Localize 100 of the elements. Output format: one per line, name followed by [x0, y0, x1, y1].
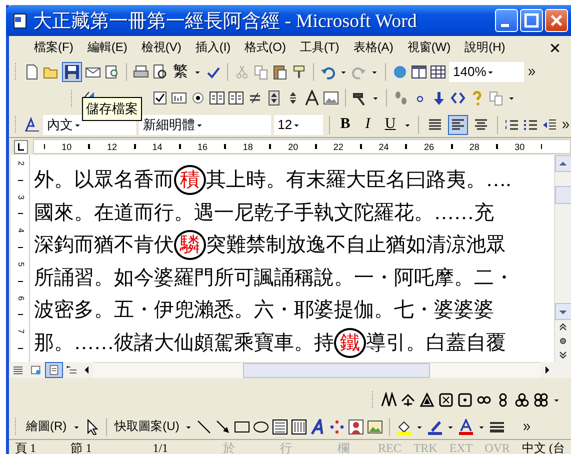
- circled-character: 驎: [174, 230, 206, 260]
- ruler-number: 12: [106, 142, 117, 152]
- font-color-icon[interactable]: [458, 418, 474, 434]
- position-label: 於: [222, 440, 236, 454]
- ruler-number: 7: [15, 330, 26, 334]
- menu-item[interactable]: 視窗(W): [400, 37, 458, 58]
- tab-stop-icon: [15, 140, 27, 152]
- minimize-icon: [500, 24, 508, 26]
- tooltip: 儲存檔案: [82, 97, 142, 121]
- oval-icon[interactable]: [253, 418, 270, 434]
- triple-peak-icon[interactable]: [381, 392, 397, 408]
- tab-selector[interactable]: [14, 140, 28, 154]
- table-icon[interactable]: [430, 64, 446, 80]
- down-arrow-icon[interactable]: [431, 90, 447, 106]
- sentence-text: 深鈎而猶不肯伏: [34, 233, 174, 258]
- outline-view-icon: [66, 364, 78, 376]
- close-icon[interactable]: [549, 42, 561, 54]
- zoom-combo[interactable]: 140%: [449, 62, 524, 82]
- ruler-number: 5: [15, 262, 26, 267]
- ruler-number: 2: [15, 161, 26, 166]
- scroll-thumb[interactable]: [554, 186, 571, 204]
- scroll-up-button[interactable]: [554, 155, 571, 172]
- scroll-down-button[interactable]: [554, 303, 571, 320]
- bold-button[interactable]: B: [335, 114, 355, 134]
- print-view-button[interactable]: [45, 362, 63, 378]
- normal-view-icon: [12, 364, 24, 376]
- convert-button[interactable]: 繁: [171, 62, 190, 81]
- ruler-number: 4: [15, 228, 26, 233]
- ruler-number: 14: [152, 142, 162, 152]
- menu-item[interactable]: 檔案(F): [27, 37, 80, 58]
- printer-icon[interactable]: [133, 64, 149, 80]
- pen-color-icon[interactable]: [427, 418, 444, 434]
- text-field-icon[interactable]: [171, 90, 187, 106]
- quatrefoil-icon[interactable]: [533, 392, 549, 408]
- text-box-icon[interactable]: [272, 418, 288, 434]
- ruler-number: 22: [333, 142, 344, 152]
- frame-icon[interactable]: [228, 90, 244, 106]
- page-count: 1/1: [152, 441, 170, 454]
- lines-icon[interactable]: [247, 90, 263, 106]
- clip-art-icon[interactable]: [348, 418, 364, 434]
- menu-item[interactable]: 表格(A): [346, 37, 400, 58]
- roof-icon[interactable]: [400, 392, 416, 408]
- left-align-button[interactable]: [448, 114, 468, 134]
- ruler-number: 10: [62, 142, 72, 152]
- new-document-icon[interactable]: [24, 64, 40, 80]
- scroll-thumb[interactable]: [243, 363, 430, 378]
- paintbrush-icon[interactable]: [291, 64, 307, 80]
- decrease-indent-icon[interactable]: [542, 116, 558, 132]
- line-icon[interactable]: [196, 418, 212, 434]
- print-view-icon: [48, 364, 60, 376]
- radio-button-icon[interactable]: [190, 90, 206, 106]
- rectangle-icon[interactable]: [234, 418, 250, 434]
- image-icon[interactable]: [367, 418, 384, 434]
- arrow-icon[interactable]: [215, 418, 232, 434]
- justify-align-icon: [427, 116, 443, 132]
- italic-button[interactable]: I: [358, 114, 378, 134]
- style-icon[interactable]: [24, 116, 40, 132]
- paint-bucket-icon[interactable]: [396, 418, 412, 434]
- menu-item[interactable]: 插入(I): [188, 37, 238, 58]
- checkbox-icon[interactable]: [152, 90, 168, 106]
- sentence-text: 那。……彼諸大仙頗駕乘寶車。持: [34, 330, 334, 356]
- triangle-icon[interactable]: [419, 392, 435, 408]
- letter-a-icon[interactable]: [304, 90, 320, 106]
- text-line: 國來。在道而行。遇一尼乾子手執文陀羅花。……充: [34, 200, 494, 226]
- menu-item[interactable]: 說明(H): [458, 37, 512, 58]
- draw-menu[interactable]: 繪圖(R): [24, 418, 69, 435]
- menu-item[interactable]: 檢視(V): [134, 37, 188, 58]
- ruler-number: 3: [15, 194, 26, 200]
- autoshapes-menu[interactable]: 快取圖案(U): [112, 418, 182, 435]
- box-glyph-icon[interactable]: [438, 392, 454, 408]
- minimize-button[interactable]: [495, 9, 518, 32]
- page-number: 頁 1: [14, 440, 37, 454]
- save-button[interactable]: [62, 62, 82, 82]
- sentence-text: 導引。白蓋自覆: [366, 330, 506, 356]
- picture-icon[interactable]: [323, 90, 339, 106]
- trefoil-icon[interactable]: [514, 392, 530, 408]
- clipboard-icon[interactable]: [272, 64, 288, 80]
- print-preview-icon[interactable]: [152, 64, 168, 80]
- section-number: 節 1: [70, 440, 93, 454]
- menu-item[interactable]: 工具(T): [292, 37, 346, 58]
- diagram-icon[interactable]: [329, 418, 346, 434]
- close-button[interactable]: [545, 9, 568, 32]
- ruler-number: 20: [288, 142, 298, 152]
- ruler-number: 18: [242, 142, 253, 152]
- ruler-number: 24: [378, 142, 389, 152]
- vertical-text-box-icon[interactable]: [291, 418, 308, 434]
- frame-icon[interactable]: [209, 90, 225, 106]
- center-align-icon: [473, 116, 489, 132]
- dot-square-icon[interactable]: [457, 392, 473, 408]
- spinner-icon[interactable]: [266, 90, 282, 106]
- code-brackets-icon[interactable]: [450, 90, 466, 106]
- maximize-button[interactable]: [520, 9, 543, 32]
- font-size-combo[interactable]: 12: [274, 114, 323, 134]
- line-label: 行: [279, 440, 294, 454]
- menu-item[interactable]: 格式(O): [238, 37, 293, 58]
- menu-item[interactable]: 編輯(E): [80, 37, 134, 58]
- columns-icon[interactable]: [411, 64, 427, 80]
- font-combo[interactable]: 新細明體: [138, 114, 271, 134]
- magnifier-page-icon[interactable]: [104, 64, 120, 80]
- underline-button[interactable]: U: [380, 114, 400, 134]
